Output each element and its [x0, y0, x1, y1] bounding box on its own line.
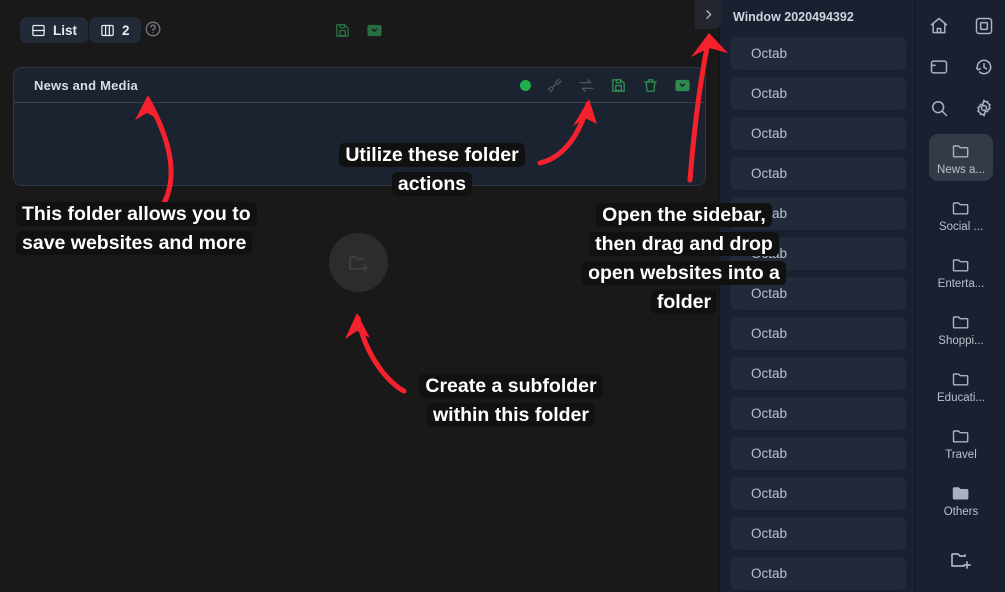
sidebar-tab-label: Octab	[751, 566, 787, 581]
column-count-label: 2	[122, 23, 130, 38]
rail-folder-label: Travel	[945, 449, 977, 461]
sidebar-tab-item[interactable]: Octab	[730, 397, 906, 430]
rail-folder-item[interactable]: Educati...	[929, 362, 993, 409]
folder-filled-icon	[949, 483, 973, 503]
trash-icon[interactable]	[642, 77, 659, 94]
settings-gear-icon[interactable]	[961, 94, 1005, 122]
rail-folder-item[interactable]: Others	[929, 476, 993, 523]
rail-folder-label: News a...	[937, 164, 985, 176]
sidebar-tab-label: Octab	[751, 526, 787, 541]
rail-folder-label: Social ...	[939, 221, 983, 233]
app-root: List 2	[0, 0, 1005, 592]
sidebar-tab-item[interactable]: Octab	[730, 277, 906, 310]
chevron-right-icon	[702, 8, 715, 21]
rail-folder-label: Shoppi...	[938, 335, 983, 347]
sidebar-tab-label: Octab	[751, 206, 787, 221]
sidebar-tab-item[interactable]: Octab	[730, 517, 906, 550]
rail-folder-item[interactable]: Social ...	[929, 191, 993, 238]
sidebar-tab-label: Octab	[751, 366, 787, 381]
folder-title: News and Media	[34, 78, 138, 93]
home-icon[interactable]	[916, 12, 961, 40]
sidebar-tab-item[interactable]: Octab	[730, 437, 906, 470]
folder-card-body[interactable]	[14, 103, 705, 185]
add-subfolder-button[interactable]	[329, 233, 388, 292]
rail-folder-item[interactable]: Enterta...	[929, 248, 993, 295]
sidebar-tab-label: Octab	[751, 486, 787, 501]
folder-plus-icon	[347, 251, 371, 275]
sidebar-tab-item[interactable]: Octab	[730, 157, 906, 190]
folder-actions	[520, 68, 691, 103]
unlink-icon[interactable]	[546, 77, 563, 94]
sidebar-tab-item[interactable]: Octab	[730, 237, 906, 270]
sidebar-tab-item[interactable]: Octab	[730, 77, 906, 110]
search-icon[interactable]	[916, 94, 961, 122]
save-icon[interactable]	[610, 77, 627, 94]
rail-folder-item[interactable]: News a...	[929, 134, 993, 181]
sidebar-tab-label: Octab	[751, 406, 787, 421]
folder-icon	[949, 369, 973, 389]
folder-icon	[949, 198, 973, 218]
sidebar-tab-list: Octab Octab Octab Octab Octab Octab Octab Octab…	[730, 37, 906, 590]
folder-card-header: News and Media	[14, 68, 705, 103]
swap-arrows-icon[interactable]	[578, 77, 595, 94]
rail-folder-label: Enterta...	[938, 278, 985, 290]
folder-icon	[949, 312, 973, 332]
sidebar-tab-label: Octab	[751, 246, 787, 261]
sidebar-tab-label: Octab	[751, 446, 787, 461]
main-content-area: List 2	[0, 0, 719, 592]
history-icon[interactable]	[961, 53, 1005, 81]
sidebar-tab-label: Octab	[751, 126, 787, 141]
rail-folder-label: Educati...	[937, 392, 985, 404]
folder-icon	[949, 426, 973, 446]
square-frame-icon[interactable]	[961, 12, 1005, 40]
sidebar-tab-label: Octab	[751, 86, 787, 101]
tabs-sidebar: Window 2020494392 OctabOctabOctabOctabOc…	[719, 0, 915, 592]
sidebar-tab-item[interactable]: Octab	[730, 197, 906, 230]
sidebar-tab-label: Octab	[751, 326, 787, 341]
rail-folder-item[interactable]: Travel	[929, 419, 993, 466]
folder-card[interactable]: News and Media	[13, 67, 706, 186]
view-mode-list-button[interactable]: List	[20, 17, 88, 43]
status-dot-icon[interactable]	[520, 80, 531, 91]
folder-icon	[949, 255, 973, 275]
columns-icon	[100, 23, 115, 38]
rail-folder-list: News a... Social ... Enterta... Shoppi... Ed…	[916, 134, 1005, 533]
top-toolbar: List 2	[0, 0, 719, 59]
sidebar-tab-label: Octab	[751, 166, 787, 181]
column-count-button[interactable]: 2	[89, 17, 141, 43]
window-icon[interactable]	[674, 77, 691, 94]
rail-folder-label: Others	[944, 506, 979, 518]
window-icon[interactable]	[916, 53, 961, 81]
sidebar-tab-item[interactable]: Octab	[730, 317, 906, 350]
right-rail: News a... Social ... Enterta... Shoppi... Ed…	[915, 0, 1005, 592]
sidebar-window-title: Window 2020494392	[733, 10, 854, 24]
sidebar-tab-item[interactable]: Octab	[730, 557, 906, 590]
list-view-icon	[31, 23, 46, 38]
sidebar-tab-item[interactable]: Octab	[730, 477, 906, 510]
save-icon[interactable]	[334, 22, 354, 42]
folder-icon	[949, 141, 973, 161]
window-icon[interactable]	[366, 22, 386, 42]
sidebar-tab-item[interactable]: Octab	[730, 117, 906, 150]
view-mode-list-label: List	[53, 23, 77, 38]
rail-folder-item[interactable]: Shoppi...	[929, 305, 993, 352]
sidebar-tab-item[interactable]: Octab	[730, 357, 906, 390]
sidebar-tab-label: Octab	[751, 46, 787, 61]
sidebar-tab-item[interactable]: Octab	[730, 37, 906, 70]
help-circle-icon[interactable]	[144, 20, 164, 40]
sidebar-collapse-toggle[interactable]	[695, 0, 722, 29]
rail-icon-grid	[916, 12, 1005, 122]
rail-add-folder-button[interactable]	[916, 548, 1005, 572]
sidebar-tab-label: Octab	[751, 286, 787, 301]
folder-plus-icon	[949, 548, 973, 572]
